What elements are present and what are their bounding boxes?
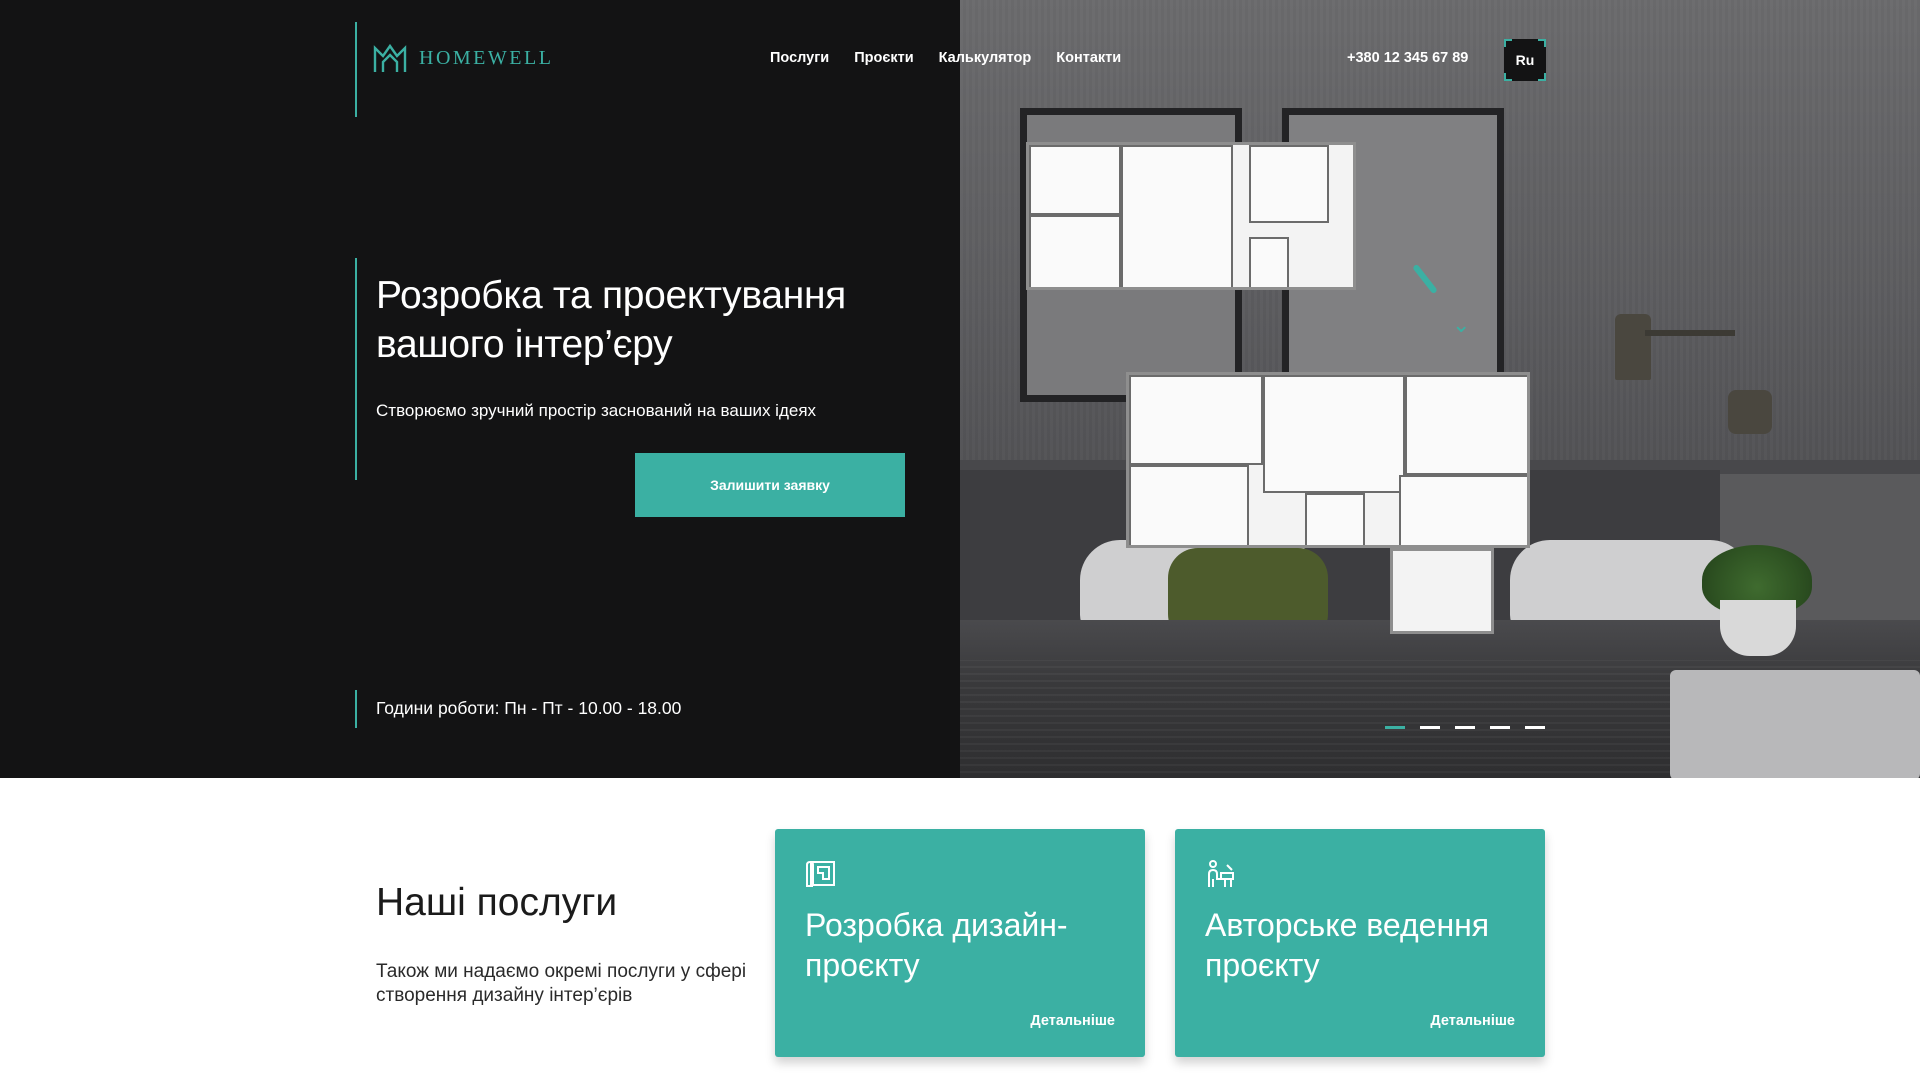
- wall-lamp-mount: [1728, 390, 1772, 434]
- details-link[interactable]: Детальніше: [1430, 1013, 1515, 1029]
- arrow-down-icon: ⌄: [1452, 313, 1471, 338]
- logo-house-icon: [373, 43, 407, 72]
- blueprint-icon: [806, 860, 835, 887]
- nav-item-projects[interactable]: Проєкти: [854, 50, 913, 66]
- services-description: Також ми надаємо окремі послуги у сфері …: [376, 961, 747, 1006]
- nav-item-services[interactable]: Послуги: [770, 50, 829, 66]
- service-card-title: Авторське ведення проєкту: [1205, 907, 1490, 983]
- slider-dot[interactable]: [1385, 726, 1405, 729]
- working-hours: Години роботи: Пн - Пт - 10.00 - 18.00: [376, 698, 682, 718]
- services-title: Наші послуги: [376, 881, 618, 924]
- slider-dot[interactable]: [1525, 726, 1545, 729]
- hero-left-panel: [0, 0, 960, 778]
- main-nav: Послуги Проєкти Калькулятор Контакти: [770, 50, 1121, 66]
- service-card-title: Розробка дизайн-проєкту: [805, 907, 1068, 983]
- logo[interactable]: HOMEWELL: [373, 42, 553, 74]
- hours-accent-line: [355, 690, 357, 728]
- slider-dot[interactable]: [1420, 726, 1440, 729]
- service-card-design-project[interactable]: Розробка дизайн-проєкту Детальніше: [775, 829, 1145, 1057]
- nav-item-contacts[interactable]: Контакти: [1056, 50, 1121, 66]
- hero-accent-line: [355, 258, 357, 480]
- logo-text: HOMEWELL: [419, 46, 554, 69]
- floor-plan-lower-extension: [1390, 548, 1494, 634]
- floor-plan-lower: [1126, 372, 1530, 548]
- header-accent-line: [355, 22, 357, 117]
- slider-pagination: [1385, 726, 1545, 729]
- language-switcher[interactable]: Ru: [1504, 39, 1546, 81]
- phone-link[interactable]: +380 12 345 67 89: [1347, 50, 1468, 66]
- nightstand: [1670, 670, 1920, 778]
- wall-lamp-arm: [1645, 330, 1735, 336]
- details-link[interactable]: Детальніше: [1030, 1013, 1115, 1029]
- plant-pot: [1720, 600, 1796, 656]
- hero-slider-image: ⌄: [960, 0, 1920, 778]
- floor-plan-upper: [1026, 142, 1356, 290]
- hero-subtitle: Створюємо зручний простір заснований на …: [376, 401, 817, 420]
- slider-dot[interactable]: [1490, 726, 1510, 729]
- service-card-author-supervision[interactable]: Авторське ведення проєкту Детальніше: [1175, 829, 1545, 1057]
- wall-lamp: [1615, 314, 1651, 380]
- slider-dot[interactable]: [1455, 726, 1475, 729]
- hero-section: ⌄ HOMEWELL Послуги Проєкти Калькулятор К…: [0, 0, 1920, 778]
- designer-icon: [1208, 860, 1234, 887]
- nav-item-calculator[interactable]: Калькулятор: [939, 50, 1032, 66]
- language-label: Ru: [1515, 52, 1535, 68]
- leave-request-button[interactable]: Залишити заявку: [635, 453, 905, 517]
- hero-title: Розробка та проектування вашого інтер’єр…: [376, 274, 846, 366]
